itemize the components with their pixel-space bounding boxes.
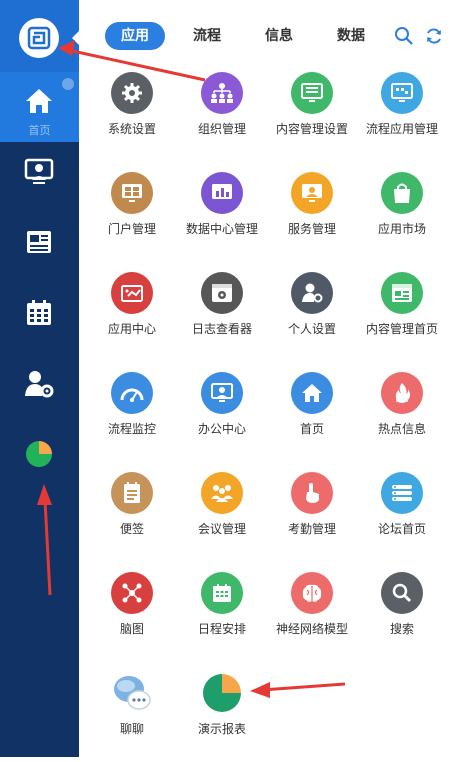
app-app-market[interactable]: 应用市场	[354, 172, 450, 262]
portal-icon	[111, 172, 153, 214]
sidebar-home-label: 首页	[28, 124, 51, 137]
app-label: 热点信息	[377, 422, 426, 436]
app-portal-management[interactable]: 门户管理	[84, 172, 180, 262]
app-personal-settings[interactable]: 个人设置	[264, 272, 360, 362]
app-log-viewer[interactable]: 日志查看器	[174, 272, 270, 362]
pie-chart-icon	[26, 441, 52, 467]
active-pointer	[72, 31, 79, 45]
sidebar-item-report[interactable]	[22, 437, 56, 471]
user-settings-icon	[291, 272, 333, 314]
tab-process[interactable]: 流程	[179, 22, 235, 50]
calendar-icon	[27, 300, 51, 325]
office-icon	[201, 372, 243, 414]
app-sticky-note[interactable]: 便签	[84, 472, 180, 562]
sidebar-item-contacts[interactable]	[22, 155, 56, 189]
pie-chart-icon	[201, 672, 243, 714]
tab-apps[interactable]: 应用	[105, 22, 165, 50]
app-label: 应用市场	[377, 222, 426, 236]
data-center-icon	[201, 172, 243, 214]
app-label: 论坛首页	[377, 522, 426, 536]
brain-icon	[291, 572, 333, 614]
sidebar-logo-area[interactable]	[0, 0, 79, 72]
app-process-monitor[interactable]: 流程监控	[84, 372, 180, 462]
sidebar: 首页	[0, 0, 79, 757]
sidebar-item-user-settings[interactable]	[22, 367, 56, 401]
content-settings-icon	[291, 72, 333, 114]
gauge-icon	[111, 372, 153, 414]
app-content-home[interactable]: 内容管理首页	[354, 272, 450, 362]
person-monitor-icon	[24, 158, 54, 184]
search-icon	[381, 572, 423, 614]
newspaper-icon	[27, 231, 51, 253]
app-neural-network[interactable]: 神经网络模型	[264, 572, 360, 662]
sidebar-item-calendar[interactable]	[22, 296, 56, 330]
app-meeting-management[interactable]: 会议管理	[174, 472, 270, 562]
app-attendance[interactable]: 考勤管理	[264, 472, 360, 562]
home-icon	[22, 84, 56, 118]
app-data-center[interactable]: 数据中心管理	[174, 172, 270, 262]
search-icon[interactable]	[393, 25, 415, 47]
app-app-center[interactable]: 应用中心	[84, 272, 180, 362]
app-logo-icon[interactable]	[19, 18, 59, 58]
mind-map-icon	[111, 572, 153, 614]
sidebar-item-news[interactable]	[22, 225, 56, 259]
refresh-icon[interactable]	[423, 25, 445, 47]
tab-data[interactable]: 数据	[323, 22, 379, 50]
user-gear-icon	[25, 371, 54, 398]
meeting-icon	[201, 472, 243, 514]
app-chat[interactable]: 聊聊	[84, 672, 180, 762]
app-center-icon	[111, 272, 153, 314]
log-viewer-icon	[201, 272, 243, 314]
app-label: 演示报表	[197, 722, 246, 736]
app-presentation-report[interactable]: 演示报表	[174, 672, 270, 762]
tab-info[interactable]: 信息	[251, 22, 307, 50]
note-icon	[111, 472, 153, 514]
app-service-management[interactable]: 服务管理	[264, 172, 360, 262]
shopping-bag-icon	[381, 172, 423, 214]
forum-icon	[381, 472, 423, 514]
app-mind-map[interactable]: 脑图	[84, 572, 180, 662]
gear-icon	[111, 72, 153, 114]
app-org-management[interactable]: 组织管理	[174, 72, 270, 162]
sidebar-item-home[interactable]: 首页	[0, 72, 79, 142]
app-hot-news[interactable]: 热点信息	[354, 372, 450, 462]
flow-app-icon	[381, 72, 423, 114]
app-content-settings[interactable]: 内容管理设置	[264, 72, 360, 162]
app-search[interactable]: 搜索	[354, 572, 450, 662]
home-badge	[62, 78, 74, 90]
house-icon	[291, 372, 333, 414]
calendar-icon	[201, 572, 243, 614]
service-icon	[291, 172, 333, 214]
content-home-icon	[381, 272, 423, 314]
app-schedule[interactable]: 日程安排	[174, 572, 270, 662]
flame-icon	[381, 372, 423, 414]
touch-icon	[291, 472, 333, 514]
app-label: 内容管理首页	[365, 322, 438, 336]
app-label: 流程应用管理	[365, 122, 438, 136]
app-forum-home[interactable]: 论坛首页	[354, 472, 450, 562]
chat-bubble-icon	[111, 672, 153, 714]
app-home[interactable]: 首页	[264, 372, 360, 462]
app-office-center[interactable]: 办公中心	[174, 372, 270, 462]
org-chart-icon	[201, 72, 243, 114]
top-tab-bar: 应用 流程 信息 数据	[79, 0, 465, 72]
app-flow-app-management[interactable]: 流程应用管理	[354, 72, 450, 162]
app-system-settings[interactable]: 系统设置	[84, 72, 180, 162]
app-label: 搜索	[389, 622, 414, 636]
